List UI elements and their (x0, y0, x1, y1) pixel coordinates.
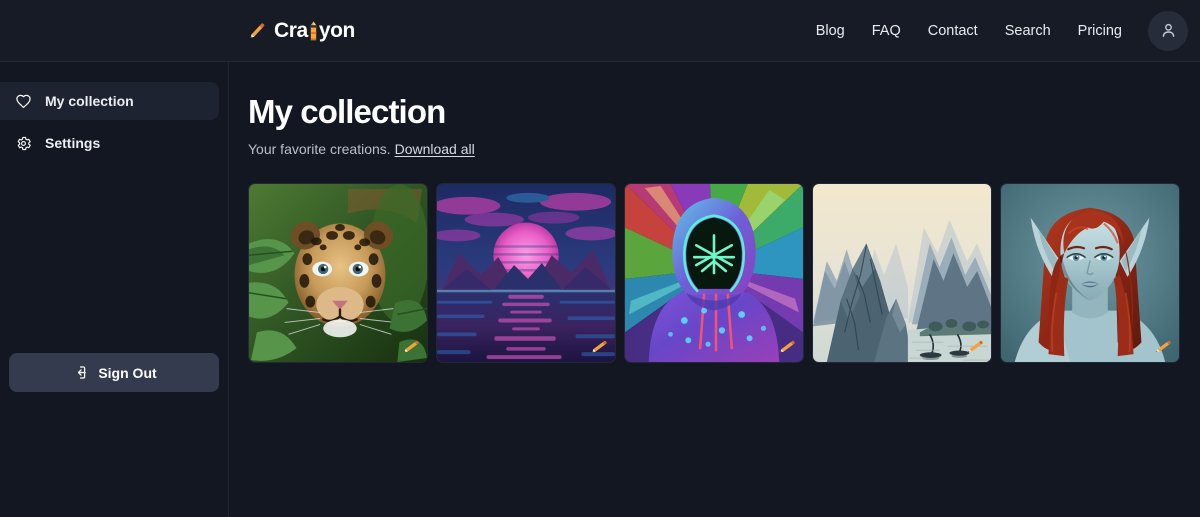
heart-icon (14, 92, 32, 110)
page-title: My collection (248, 93, 446, 130)
sidebar-item-label: My collection (45, 93, 134, 109)
page-subtitle: Your favorite creations. Download all (248, 141, 1200, 157)
collection-image-synthwave-sunset[interactable] (436, 182, 616, 363)
nav-link-search[interactable]: Search (1005, 23, 1051, 39)
download-all-link[interactable]: Download all (395, 141, 475, 157)
collection-image-elf-portrait[interactable] (1000, 182, 1180, 363)
collection-image-jaguar[interactable] (248, 182, 428, 363)
crayon-i-icon (308, 20, 319, 41)
sidebar-item-settings[interactable]: Settings (0, 124, 219, 162)
brand-logo[interactable]: Cra yon (248, 19, 355, 43)
subtitle-text: Your favorite creations. (248, 140, 391, 157)
artwork-ink-landscape (813, 183, 991, 362)
nav-link-contact[interactable]: Contact (928, 23, 978, 39)
primary-nav: Blog FAQ Contact Search Pricing (816, 23, 1122, 39)
user-icon (1162, 23, 1174, 37)
artwork-elf-portrait (1001, 183, 1179, 362)
sidebar: My collection Settings Sign Out (0, 62, 229, 517)
collection-image-ink-landscape[interactable] (812, 182, 992, 363)
nav-link-pricing[interactable]: Pricing (1078, 23, 1122, 39)
nav-link-blog[interactable]: Blog (816, 23, 845, 39)
sidebar-item-my-collection[interactable]: My collection (0, 82, 219, 120)
avatar[interactable] (1148, 10, 1188, 51)
pencil-icon (250, 23, 265, 38)
sidebar-item-label: Settings (45, 135, 101, 151)
nav-link-faq[interactable]: FAQ (872, 23, 901, 39)
gear-icon (14, 134, 32, 152)
artwork-synthwave-sunset (437, 183, 615, 362)
collection-image-neon-hoodie[interactable] (624, 182, 804, 363)
sign-out-container: Sign Out (0, 353, 228, 392)
top-header: Cra yon Blog FAQ Contact Search Pricing (0, 0, 1200, 62)
collection-gallery (248, 182, 1200, 363)
artwork-jaguar (249, 183, 427, 362)
main-content: My collection Your favorite creations. D… (229, 62, 1200, 517)
sign-out-label: Sign Out (98, 364, 157, 381)
artwork-neon-hoodie (625, 183, 803, 362)
brand-wordmark: Cra yon (274, 19, 355, 43)
sign-out-button[interactable]: Sign Out (9, 353, 219, 392)
body-container: My collection Settings Sign Out My colle… (0, 62, 1200, 517)
brand-suffix: yon (318, 18, 356, 42)
brand-prefix: Cra (274, 18, 308, 42)
app-root: Cra yon Blog FAQ Contact Search Pricing (0, 0, 1200, 517)
logout-icon (78, 366, 87, 379)
